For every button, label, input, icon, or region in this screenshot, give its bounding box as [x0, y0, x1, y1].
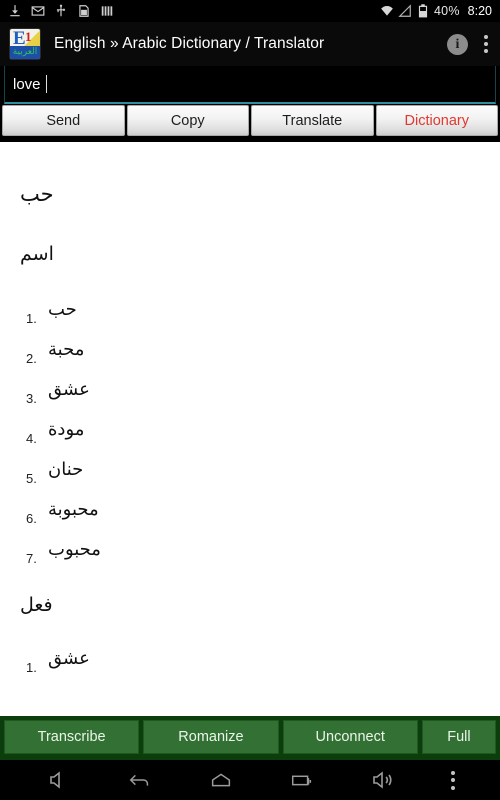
app-title-bar: E 1 العربية English » Arabic Dictionary … [0, 22, 500, 66]
recents-icon[interactable] [289, 768, 315, 792]
text-caret [45, 75, 48, 93]
status-bar-right: 40% 8:20 [380, 4, 492, 18]
entry-headword: حب [20, 182, 54, 206]
translate-button[interactable]: Translate [251, 105, 374, 136]
clock: 8:20 [467, 4, 492, 18]
back-icon[interactable] [127, 768, 153, 792]
sense-number: 1. [26, 660, 37, 675]
list-item[interactable]: 1. حب [20, 288, 480, 328]
copy-button[interactable]: Copy [126, 105, 249, 136]
wifi-icon [381, 6, 393, 16]
home-icon[interactable] [208, 768, 234, 792]
download-icon [10, 5, 20, 17]
list-item[interactable]: 4. مودة [20, 408, 480, 448]
sense-number: 6. [26, 511, 37, 526]
title-bar-actions: i [447, 33, 490, 55]
list-item[interactable]: 7. محبوب [20, 528, 480, 568]
app-logo-number: 1 [25, 29, 32, 44]
status-bar-left-icons [8, 4, 114, 18]
menu-icon[interactable] [450, 770, 455, 790]
sense-text: محبة [48, 339, 85, 360]
status-bar: 40% 8:20 [0, 0, 500, 22]
search-input[interactable]: love [4, 66, 496, 104]
battery-percent: 40% [434, 4, 460, 18]
overflow-menu-icon[interactable] [484, 35, 490, 53]
sense-text: حنان [48, 459, 84, 480]
romanize-button[interactable]: Romanize [143, 720, 279, 754]
system-navigation-bar [0, 760, 500, 800]
dictionary-results[interactable]: حب اسم 1. حب 2. محبة 3. عشق 4. مودة 5. ح… [0, 142, 500, 716]
full-button[interactable]: Full [421, 720, 496, 754]
android-screen: 40% 8:20 E 1 العربية English » Arabic Di… [0, 0, 500, 800]
app-logo-icon: E 1 العربية [10, 29, 40, 59]
transcribe-button[interactable]: Transcribe [4, 720, 140, 754]
sense-number: 4. [26, 431, 37, 446]
volume-down-icon[interactable] [46, 768, 72, 792]
volume-up-icon[interactable] [370, 768, 396, 792]
sense-number: 7. [26, 551, 37, 566]
sense-text: عشق [48, 379, 90, 400]
part-of-speech-noun: اسم [20, 243, 54, 265]
page-title: English » Arabic Dictionary / Translator [54, 35, 325, 52]
list-item[interactable]: 6. محبوبة [20, 488, 480, 528]
sense-list-noun: 1. حب 2. محبة 3. عشق 4. مودة 5. حنان 6. … [20, 288, 480, 568]
search-input-container: love [0, 66, 500, 104]
sense-number: 2. [26, 351, 37, 366]
list-item[interactable]: 5. حنان [20, 448, 480, 488]
bottom-toolbar: Transcribe Romanize Unconnect Full [0, 716, 500, 760]
list-item[interactable]: 3. عشق [20, 368, 480, 408]
email-icon [31, 6, 45, 16]
info-icon[interactable]: i [447, 33, 468, 55]
list-item[interactable]: 2. محبة [20, 328, 480, 368]
sense-number: 1. [26, 311, 37, 326]
send-button[interactable]: Send [2, 105, 125, 136]
battery-icon [418, 4, 428, 18]
sense-text: محبوبة [48, 499, 99, 520]
sense-text: عشق [48, 648, 90, 669]
usb-icon [56, 4, 66, 17]
list-item[interactable]: 1. عشق [20, 637, 480, 677]
sense-number: 5. [26, 471, 37, 486]
action-button-row: Send Copy Translate Dictionary [0, 105, 500, 138]
cell-signal-icon [398, 4, 411, 17]
signal-bars-icon [101, 6, 113, 16]
app-logo-arabic: العربية [10, 46, 40, 59]
sdcard-icon [79, 5, 89, 17]
search-input-value: love [13, 75, 41, 93]
sense-number: 3. [26, 391, 37, 406]
sense-list-verb: 1. عشق [20, 637, 480, 677]
sense-text: مودة [48, 419, 85, 440]
unconnect-button[interactable]: Unconnect [282, 720, 418, 754]
sense-text: حب [48, 299, 77, 320]
dictionary-button[interactable]: Dictionary [375, 105, 498, 136]
sense-text: محبوب [48, 539, 101, 560]
part-of-speech-verb: فعل [20, 594, 53, 616]
